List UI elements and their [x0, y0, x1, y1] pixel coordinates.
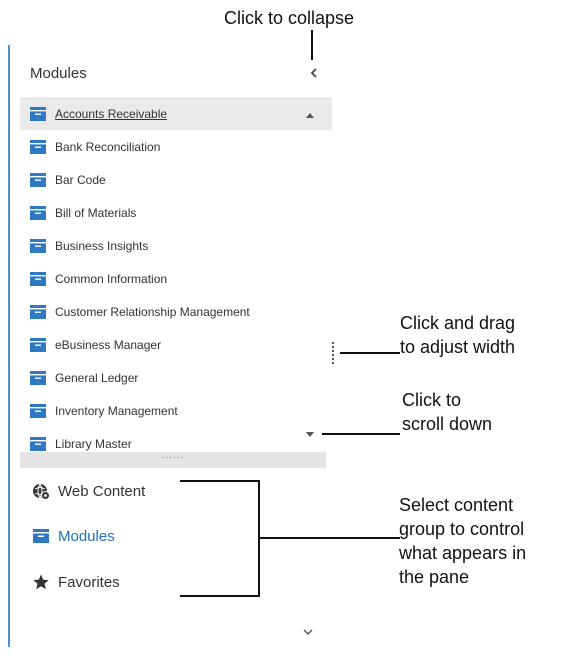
module-icon [30, 370, 46, 385]
callout-content-group: Select content group to control what app… [399, 493, 526, 589]
splitter-grip: ...... [161, 450, 185, 461]
module-list[interactable]: Accounts Receivable Bank Reconciliation Ba… [20, 97, 332, 452]
module-icon [30, 403, 46, 418]
module-icon [30, 436, 46, 451]
callout-collapse: Click to collapse [224, 8, 355, 28]
module-item[interactable]: Library Master [20, 427, 332, 452]
callout-line-2: group to control [399, 519, 525, 539]
collapse-button[interactable] [304, 63, 324, 83]
callout-line-1: Click and drag [400, 313, 516, 333]
callout-adjust-width: Click and drag to adjust width [400, 311, 515, 359]
callout-line [311, 30, 313, 60]
group-label: Web Content [58, 482, 146, 500]
scroll-up-button[interactable] [303, 108, 317, 122]
callout-bracket [180, 595, 260, 597]
navigation-pane: Modules Accounts Receivable Bank Reconcil… [8, 45, 334, 647]
scroll-down-button[interactable] [303, 427, 317, 441]
callout-bracket [180, 480, 260, 482]
module-icon [30, 172, 46, 187]
module-label: Customer Relationship Management [55, 304, 250, 319]
callout-line [260, 537, 400, 539]
module-item[interactable]: Inventory Management [20, 394, 332, 427]
pane-splitter[interactable]: ...... [20, 450, 326, 468]
module-label: Common Information [55, 271, 168, 286]
module-icon [30, 304, 46, 319]
module-label: Bill of Materials [55, 205, 137, 220]
module-label: General Ledger [55, 370, 139, 385]
module-item[interactable]: Accounts Receivable [20, 97, 332, 130]
triangle-up-icon [306, 112, 314, 118]
module-icon [30, 271, 46, 286]
module-item[interactable]: Bank Reconciliation [20, 130, 332, 163]
pane-header: Modules [10, 45, 332, 97]
triangle-down-icon [306, 431, 314, 437]
module-label: Accounts Receivable [55, 106, 168, 121]
group-label: Modules [58, 527, 115, 545]
more-groups-button[interactable] [300, 625, 316, 639]
module-item[interactable]: Common Information [20, 262, 332, 295]
chevron-left-icon [310, 68, 317, 78]
module-label: Business Insights [55, 238, 149, 253]
callout-line-4: the pane [399, 567, 470, 587]
callout-line [340, 352, 400, 354]
pane-title: Modules [30, 65, 87, 82]
group-web-content[interactable]: Web Content [32, 482, 145, 500]
module-item[interactable]: Business Insights [20, 229, 332, 262]
callout-line [322, 433, 400, 435]
width-resize-handle[interactable] [330, 342, 336, 364]
callout-scroll-down: Click to scroll down [402, 388, 492, 436]
star-icon [33, 574, 49, 590]
module-item[interactable]: Customer Relationship Management [20, 295, 332, 328]
globe-gear-icon [33, 483, 50, 500]
module-item[interactable]: Bar Code [20, 163, 332, 196]
group-modules[interactable]: Modules [32, 527, 115, 545]
module-icon [30, 205, 46, 220]
module-label: Inventory Management [55, 403, 178, 418]
group-favorites[interactable]: Favorites [32, 573, 120, 591]
callout-line-1: Click to [402, 390, 462, 410]
callout-line-1: Select content [399, 495, 514, 515]
module-icon [30, 238, 46, 253]
module-icon [30, 337, 46, 352]
module-icon [30, 106, 46, 121]
module-icon [33, 529, 49, 543]
callout-line-2: scroll down [402, 414, 493, 434]
module-label: Library Master [55, 436, 132, 451]
callout-line-3: what appears in [399, 543, 527, 563]
module-item[interactable]: eBusiness Manager [20, 328, 332, 361]
module-item[interactable]: Bill of Materials [20, 196, 332, 229]
callout-line-2: to adjust width [400, 337, 516, 357]
chevron-down-icon [303, 629, 313, 635]
group-label: Favorites [58, 573, 120, 591]
module-icon [30, 139, 46, 154]
module-item[interactable]: General Ledger [20, 361, 332, 394]
module-label: Bar Code [55, 172, 106, 187]
module-label: Bank Reconciliation [55, 139, 161, 154]
module-label: eBusiness Manager [55, 337, 162, 352]
